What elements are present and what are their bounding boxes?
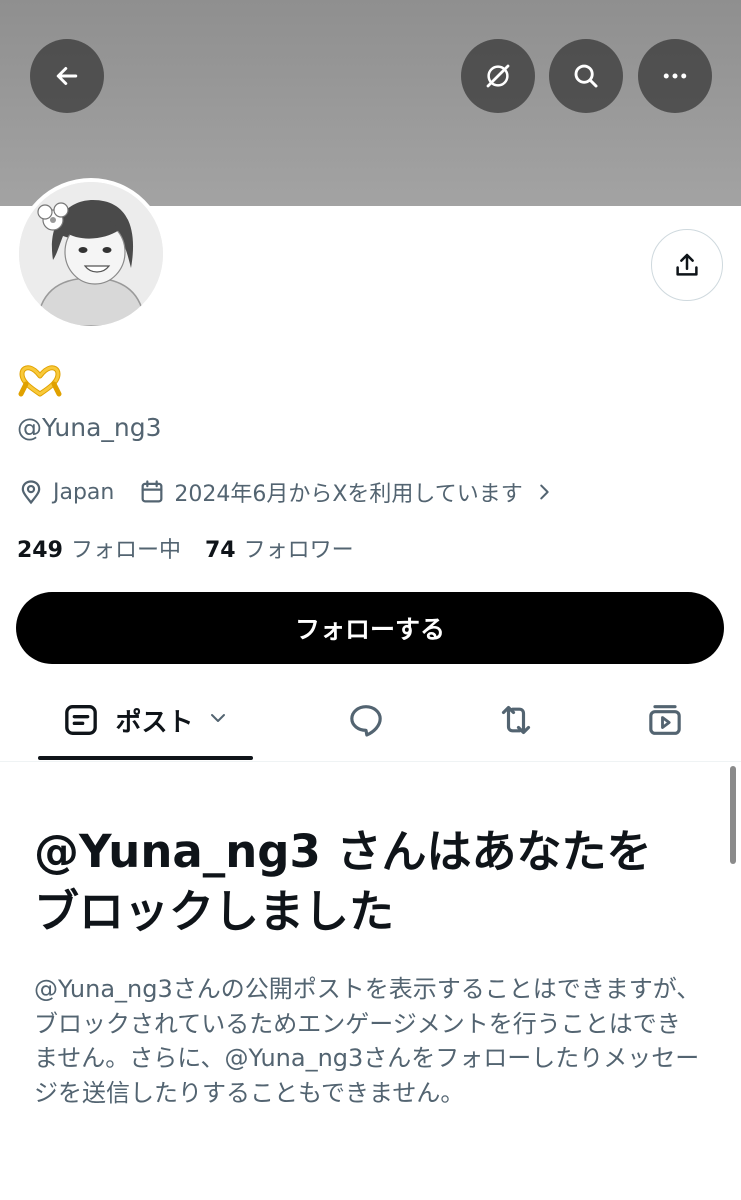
joined-date[interactable]: 2024年6月からXを利用しています bbox=[174, 476, 522, 508]
profile-handle: @Yuna_ng3 bbox=[17, 413, 162, 442]
more-horizontal-icon bbox=[663, 73, 687, 79]
tab-reposts[interactable] bbox=[476, 680, 556, 760]
share-button[interactable] bbox=[651, 229, 723, 301]
search-button[interactable] bbox=[549, 39, 623, 113]
media-icon bbox=[649, 705, 681, 735]
more-button[interactable] bbox=[638, 39, 712, 113]
followers-count: 74 bbox=[204, 538, 236, 563]
display-name bbox=[17, 362, 63, 402]
search-icon bbox=[574, 64, 598, 88]
location-text: Japan bbox=[53, 479, 115, 505]
following-link[interactable]: 249 フォロー中 bbox=[17, 532, 181, 564]
followers-link[interactable]: 74 フォロワー bbox=[205, 532, 354, 564]
tab-replies[interactable] bbox=[326, 680, 406, 760]
location-icon bbox=[17, 478, 45, 506]
following-label: フォロー中 bbox=[70, 538, 181, 563]
repost-icon bbox=[501, 705, 531, 735]
profile-banner[interactable] bbox=[0, 0, 741, 206]
tab-posts[interactable]: ポスト bbox=[38, 680, 253, 760]
profile-meta: Japan 2024年6月からXを利用しています bbox=[17, 476, 555, 508]
heart-hands-emoji-icon bbox=[18, 365, 62, 397]
profile-avatar[interactable] bbox=[15, 178, 167, 330]
chevron-right-icon[interactable] bbox=[533, 481, 555, 503]
chevron-down-icon[interactable] bbox=[206, 706, 230, 734]
arrow-left-icon bbox=[56, 67, 78, 85]
avatar-image bbox=[19, 182, 163, 326]
reply-icon bbox=[350, 705, 382, 737]
scrollbar[interactable] bbox=[730, 766, 736, 864]
blocked-description: @Yuna_ng3さんの公開ポストを表示することはできますが、ブロックされている… bbox=[34, 975, 701, 1107]
grok-button[interactable] bbox=[461, 39, 535, 113]
follow-stats: 249 フォロー中 74 フォロワー bbox=[17, 532, 354, 564]
following-count: 249 bbox=[17, 538, 63, 563]
tab-posts-label: ポスト bbox=[115, 707, 194, 738]
calendar-icon bbox=[138, 478, 166, 506]
share-icon bbox=[676, 253, 698, 276]
tab-media[interactable] bbox=[625, 680, 705, 760]
posts-icon bbox=[65, 705, 98, 735]
followers-label: フォロワー bbox=[243, 538, 354, 563]
grok-icon bbox=[486, 64, 510, 88]
back-button[interactable] bbox=[30, 39, 104, 113]
follow-button[interactable]: フォローする bbox=[16, 592, 724, 664]
blocked-title: @Yuna_ng3 さんはあなたをブロックしました bbox=[34, 825, 652, 938]
profile-tabs: ポスト bbox=[0, 680, 741, 762]
active-tab-indicator bbox=[38, 756, 253, 760]
